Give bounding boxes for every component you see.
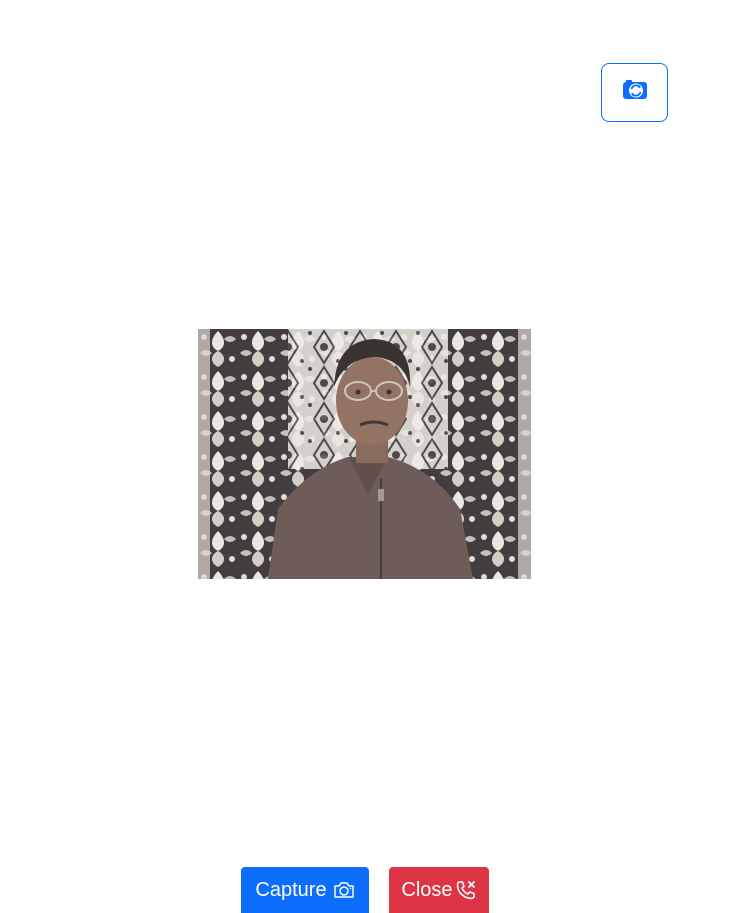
camera-switch-icon bbox=[622, 79, 648, 106]
phone-x-icon bbox=[455, 879, 477, 901]
close-button-label: Close bbox=[401, 878, 453, 901]
capture-button-label: Capture bbox=[255, 878, 327, 901]
switch-camera-button[interactable] bbox=[601, 63, 668, 122]
webcam-image bbox=[198, 329, 531, 579]
capture-button[interactable]: Capture bbox=[241, 867, 369, 913]
close-button[interactable]: Close bbox=[389, 867, 489, 913]
webcam-video-feed bbox=[198, 329, 531, 579]
camera-icon bbox=[333, 881, 355, 899]
